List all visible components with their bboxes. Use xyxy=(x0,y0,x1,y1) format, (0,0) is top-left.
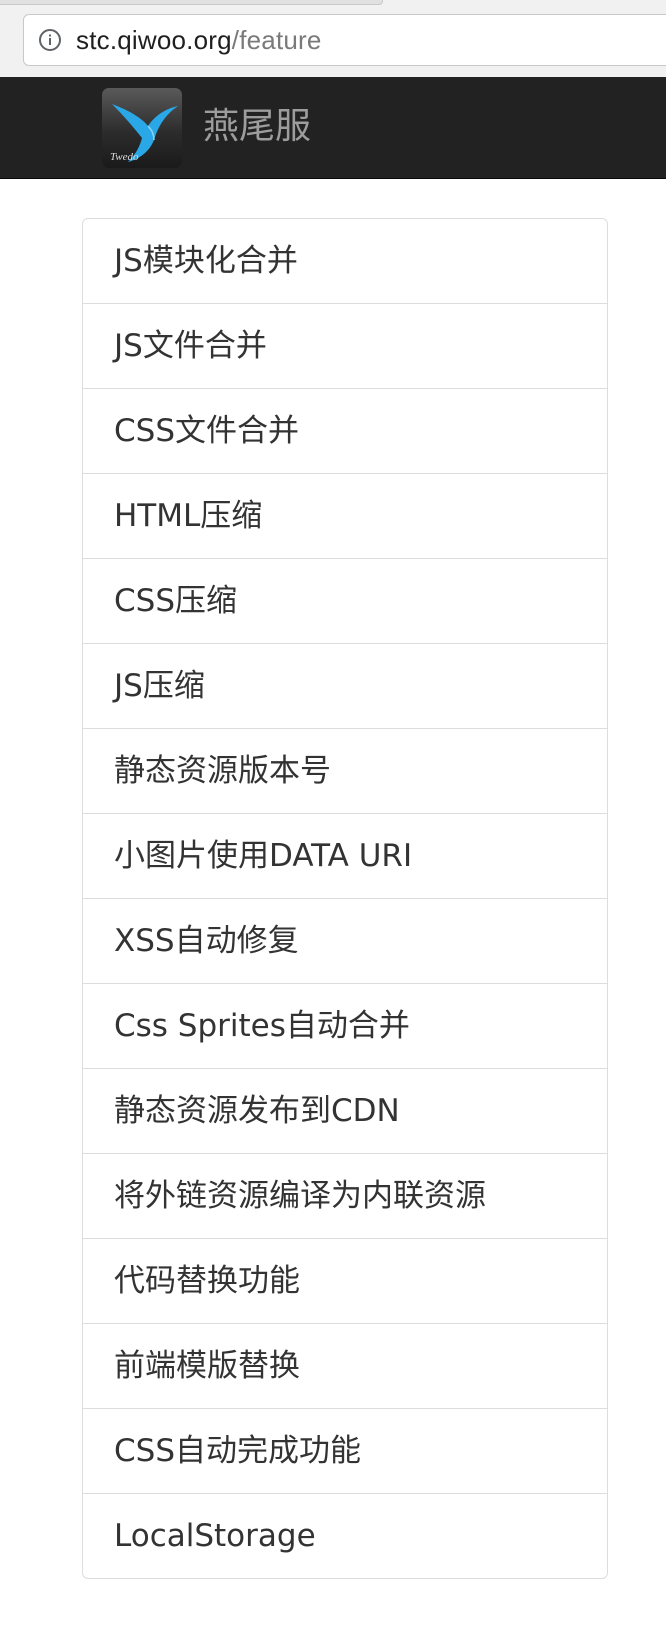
feature-list: JS模块化合并 JS文件合并 CSS文件合并 HTML压缩 CSS压缩 JS压缩… xyxy=(82,218,608,1579)
url-host: stc.qiwoo.org xyxy=(76,25,232,55)
feature-item[interactable]: XSS自动修复 xyxy=(82,898,608,984)
info-circle-icon[interactable] xyxy=(38,28,62,52)
feature-item[interactable]: Css Sprites自动合并 xyxy=(82,983,608,1069)
feature-item[interactable]: 前端模版替换 xyxy=(82,1323,608,1409)
feature-item[interactable]: 静态资源发布到CDN xyxy=(82,1068,608,1154)
feature-item[interactable]: CSS压缩 xyxy=(82,558,608,644)
url-path: /feature xyxy=(231,25,322,55)
feature-item[interactable]: 小图片使用DATA URI xyxy=(82,813,608,899)
address-bar[interactable]: stc.qiwoo.org/feature xyxy=(23,14,666,66)
feature-item[interactable]: CSS文件合并 xyxy=(82,388,608,474)
feature-item[interactable]: JS模块化合并 xyxy=(82,218,608,304)
feature-item[interactable]: LocalStorage xyxy=(82,1493,608,1579)
site-navbar: Twedo 燕尾服 xyxy=(0,77,666,179)
brand-logo[interactable]: Twedo xyxy=(102,88,182,168)
swallow-bird-icon: Twedo xyxy=(110,104,178,163)
feature-item[interactable]: HTML压缩 xyxy=(82,473,608,559)
url-text[interactable]: stc.qiwoo.org/feature xyxy=(76,25,322,55)
feature-item[interactable]: JS文件合并 xyxy=(82,303,608,389)
feature-item[interactable]: CSS自动完成功能 xyxy=(82,1408,608,1494)
brand-name[interactable]: 燕尾服 xyxy=(203,102,311,152)
feature-item[interactable]: 代码替换功能 xyxy=(82,1238,608,1324)
browser-tab-edge xyxy=(0,0,383,5)
feature-item[interactable]: 将外链资源编译为内联资源 xyxy=(82,1153,608,1239)
feature-item[interactable]: 静态资源版本号 xyxy=(82,728,608,814)
logo-text: Twedo xyxy=(110,151,139,163)
feature-item[interactable]: JS压缩 xyxy=(82,643,608,729)
browser-toolbar: stc.qiwoo.org/feature xyxy=(0,0,666,77)
